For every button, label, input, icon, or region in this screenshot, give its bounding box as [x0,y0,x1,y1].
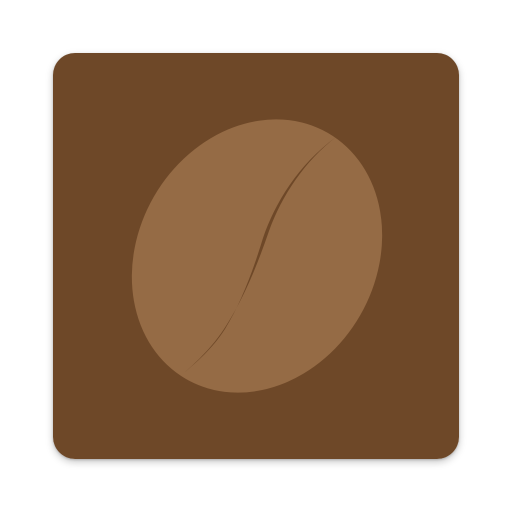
app-icon-tile[interactable] [53,53,459,459]
coffee-bean-icon [53,53,459,459]
